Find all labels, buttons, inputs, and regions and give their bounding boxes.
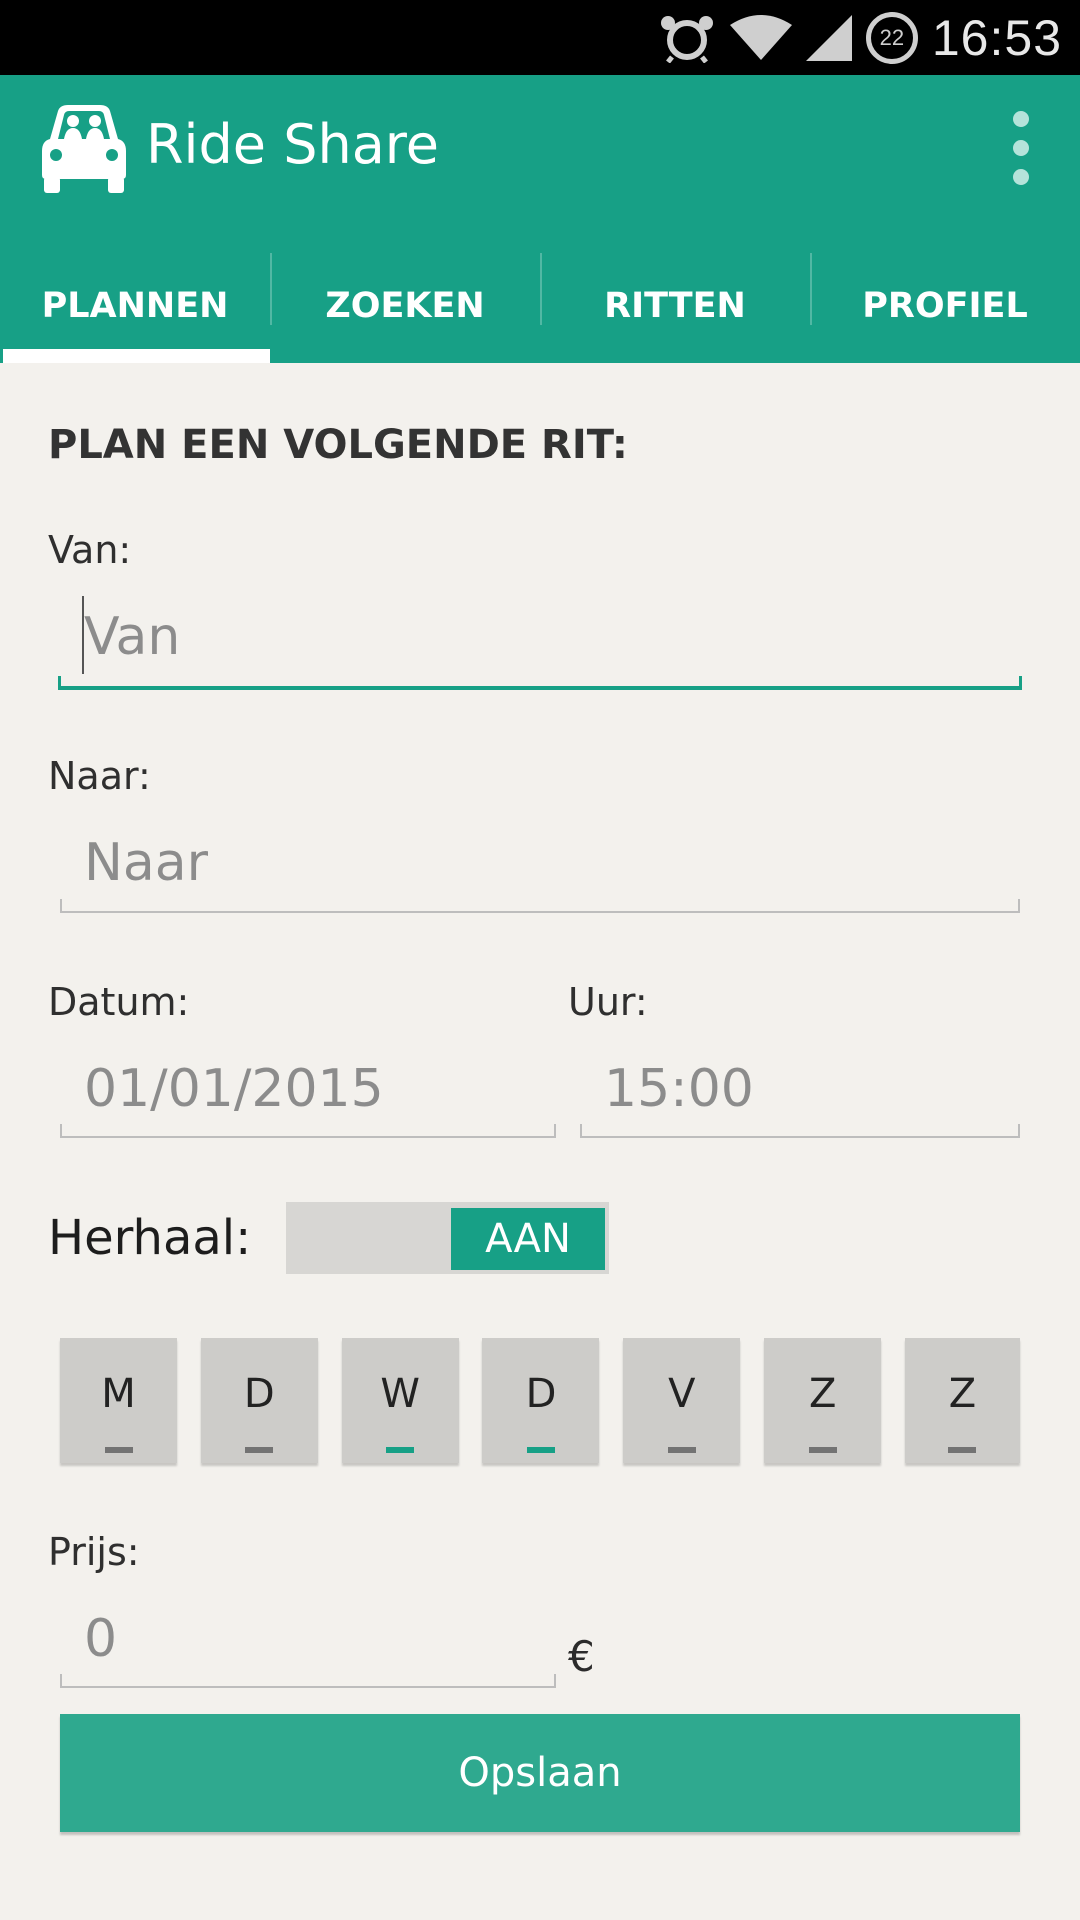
day-indicator	[948, 1447, 977, 1453]
van-label: Van:	[48, 528, 132, 572]
herhaal-toggle[interactable]: AAN	[286, 1202, 609, 1274]
uur-label: Uur:	[568, 980, 648, 1024]
datum-input[interactable]	[60, 1044, 556, 1134]
status-icons: 22 16:53	[658, 0, 1062, 75]
uur-input[interactable]	[580, 1044, 1020, 1134]
prijs-underline	[60, 1674, 556, 1688]
wifi-icon	[729, 14, 792, 60]
day-button-friday[interactable]: V	[623, 1338, 741, 1463]
prijs-input[interactable]	[60, 1594, 556, 1684]
herhaal-label: Herhaal:	[48, 1210, 252, 1266]
overflow-menu-icon[interactable]	[1006, 111, 1036, 185]
day-letter: Z	[948, 1370, 977, 1417]
app-title: Ride Share	[146, 113, 440, 176]
toggle-knob: AAN	[451, 1208, 605, 1270]
day-button-tuesday[interactable]: D	[200, 1338, 318, 1463]
signal-icon	[805, 14, 852, 61]
day-letter: Z	[808, 1370, 837, 1417]
weekday-selector: M D W D V Z Z	[60, 1338, 1020, 1463]
day-indicator	[245, 1447, 274, 1453]
van-input[interactable]	[60, 592, 1020, 682]
tab-plannen[interactable]: PLANNEN	[0, 253, 270, 363]
save-button[interactable]: Opslaan	[60, 1714, 1020, 1832]
tab-ritten[interactable]: RITTEN	[540, 253, 810, 363]
prijs-label: Prijs:	[48, 1530, 140, 1574]
tab-zoeken[interactable]: ZOEKEN	[270, 253, 540, 363]
day-letter: D	[525, 1370, 557, 1417]
day-letter: D	[243, 1370, 275, 1417]
naar-label: Naar:	[48, 754, 151, 798]
van-underline	[58, 676, 1022, 690]
day-button-sunday[interactable]: Z	[904, 1338, 1020, 1463]
car-logo-icon	[42, 105, 126, 193]
day-letter: M	[101, 1370, 136, 1417]
battery-icon: 22	[865, 11, 918, 64]
status-bar: 22 16:53	[0, 0, 1080, 75]
datum-underline	[60, 1124, 556, 1138]
day-letter: W	[380, 1370, 420, 1417]
day-indicator	[386, 1447, 415, 1453]
naar-underline	[60, 899, 1020, 913]
menu-dot	[1013, 140, 1029, 156]
menu-dot	[1013, 169, 1029, 185]
naar-input[interactable]	[60, 818, 1020, 908]
tab-profiel[interactable]: PROFIEL	[810, 253, 1080, 363]
app-bar: Ride Share	[0, 75, 1080, 253]
day-button-monday[interactable]: M	[60, 1338, 177, 1463]
day-button-saturday[interactable]: Z	[764, 1338, 882, 1463]
tab-bar: PLANNEN ZOEKEN RITTEN PROFIEL	[0, 253, 1080, 363]
page-title: PLAN EEN VOLGENDE RIT:	[48, 422, 628, 468]
datum-label: Datum:	[48, 980, 190, 1024]
uur-underline	[580, 1124, 1020, 1138]
day-button-thursday[interactable]: D	[482, 1338, 600, 1463]
day-indicator	[808, 1447, 837, 1453]
text-caret	[82, 596, 84, 674]
day-letter: V	[668, 1370, 696, 1417]
day-button-wednesday[interactable]: W	[341, 1338, 459, 1463]
menu-dot	[1013, 111, 1029, 127]
day-indicator	[104, 1447, 133, 1453]
currency-symbol: €	[568, 1632, 595, 1681]
alarm-icon	[660, 15, 713, 63]
day-indicator	[667, 1447, 696, 1453]
status-time: 16:53	[931, 9, 1062, 66]
day-indicator	[526, 1447, 555, 1453]
